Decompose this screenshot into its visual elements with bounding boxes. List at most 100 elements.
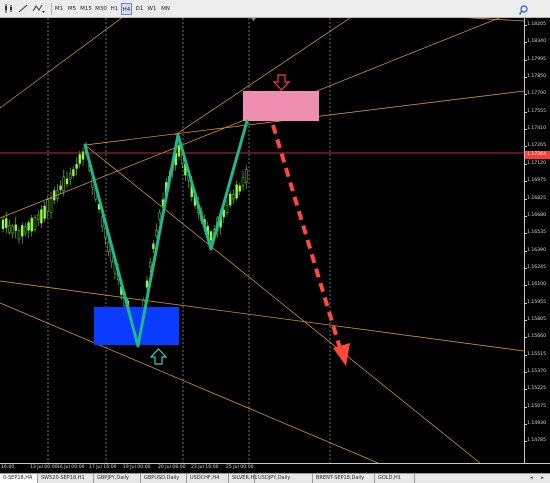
price-label: 1.16100 — [527, 282, 546, 288]
time-label: 13 Jul 00:00 — [30, 465, 58, 470]
symbol-tabs-bar: GOLD,H1 BRENT-SEP18,Daily USDJPY,Daily SILV… — [0, 473, 550, 483]
candle-body — [37, 214, 40, 221]
tab-scroll-right-icon[interactable]: ▸ — [539, 475, 546, 482]
sell-zone-box[interactable] — [243, 91, 319, 121]
candle-body — [53, 190, 56, 201]
candle-body — [49, 198, 53, 213]
time-label: 19 Jul 00:00 — [123, 465, 151, 470]
candle-body — [17, 230, 21, 240]
time-label: 17 Jul 16:00 — [89, 465, 117, 470]
candle-body — [8, 225, 11, 233]
candle-body — [14, 224, 18, 231]
symbol-tab[interactable]: GOLD,H1 — [375, 474, 415, 483]
price-label: 1.14785 — [527, 438, 546, 444]
price-label: 1.17700 — [527, 91, 546, 97]
candle-body — [107, 242, 110, 252]
price-label: 1.16390 — [527, 247, 546, 253]
price-label: 1.15955 — [527, 299, 546, 305]
price-label: 1.14930 — [527, 421, 546, 427]
candle-body — [241, 177, 245, 187]
price-label: 1.18205 — [527, 22, 546, 27]
candle-body — [232, 194, 235, 200]
candle-body — [228, 193, 232, 206]
candle-body — [30, 218, 33, 232]
symbol-tab[interactable]: SILVER,H1 — [229, 474, 257, 483]
price-axis[interactable]: 1.17264 1.18205 1.18340 1.17995 1.17850 1.17… — [524, 18, 550, 463]
timeframe-m15[interactable]: M15 — [79, 3, 93, 15]
candle-body — [158, 212, 162, 220]
chart-toolbar: M1 M5 M15 M30 H1 H4 D1 W1 MN — [0, 0, 550, 18]
price-label: 1.17850 — [527, 74, 546, 80]
price-label: 1.16825 — [527, 195, 546, 201]
price-label: 1.16245 — [527, 264, 546, 270]
symbol-tab[interactable]: SW520-SEP18,H1 — [38, 474, 94, 483]
price-label: 1.15515 — [527, 351, 546, 357]
price-label: 1.15660 — [527, 334, 546, 340]
time-axis[interactable]: 16:00 13 Jul 00:00 16 Jul 00:00 17 Jul 16:0… — [0, 463, 550, 473]
price-label: 1.15370 — [527, 369, 546, 374]
price-label: 1.17120 — [527, 160, 546, 166]
price-label: 1.15225 — [527, 386, 546, 392]
symbol-tab[interactable]: USDCHF,H4 — [187, 474, 229, 483]
price-label: 1.16535 — [527, 230, 546, 236]
candle-body — [21, 225, 24, 237]
timeframe-m1[interactable]: M1 — [53, 3, 65, 15]
line-tool-icon[interactable] — [17, 2, 29, 15]
candle-body — [1, 219, 5, 230]
candle-body — [62, 176, 65, 191]
price-label: 1.17995 — [527, 56, 546, 62]
candle-body — [145, 280, 149, 288]
chart-type-dropdown[interactable] — [31, 2, 47, 15]
candle-body — [11, 226, 14, 234]
candle-body — [43, 205, 46, 219]
price-label: 1.17265 — [527, 143, 546, 149]
candle-body — [238, 185, 242, 192]
candle-body — [46, 199, 49, 212]
time-label: 25 Jul 00:00 — [226, 465, 254, 470]
price-label: 1.17555 — [527, 108, 546, 114]
candle-body — [152, 243, 155, 249]
timeframe-h4[interactable]: H4 — [121, 3, 132, 15]
time-label: 23 Jul 16:00 — [191, 465, 219, 470]
magnifier-icon[interactable] — [518, 2, 530, 15]
candle-body — [24, 226, 27, 234]
tab-scroll-left-icon[interactable]: ◂ — [528, 475, 535, 482]
timeframe-m5[interactable]: M5 — [66, 3, 78, 15]
candles-icon[interactable] — [3, 2, 15, 15]
zigzag-dropdown-icon — [32, 4, 45, 13]
price-label: 1.18340 — [527, 39, 546, 45]
symbol-tab[interactable]: USDJPY,Daily — [255, 474, 313, 483]
price-chart[interactable] — [0, 18, 524, 463]
candle-body — [209, 231, 213, 241]
candle-body — [225, 205, 229, 214]
diagonal-line-icon — [18, 4, 28, 13]
candle-body — [244, 169, 248, 183]
chart-background — [0, 18, 524, 463]
candle-body — [148, 262, 152, 268]
timeframe-mn[interactable]: MN — [159, 3, 172, 15]
timeframe-w1[interactable]: W1 — [146, 3, 158, 15]
candle-body — [40, 209, 43, 224]
candle-body — [59, 185, 62, 190]
bar-chart-icon — [5, 4, 12, 13]
timeframe-m30[interactable]: M30 — [94, 3, 108, 15]
price-label: 1.15075 — [527, 403, 546, 409]
timeframe-d1[interactable]: D1 — [134, 3, 145, 15]
candle-body — [75, 164, 78, 169]
candle-body — [65, 178, 69, 185]
price-label: 1.16975 — [527, 178, 546, 184]
current-price-label: 1.17264 — [525, 151, 550, 159]
candle-body — [4, 218, 8, 228]
timeframe-h1[interactable]: H1 — [109, 3, 120, 15]
price-label: 1.15805 — [527, 316, 546, 322]
candle-body — [68, 173, 72, 180]
price-label: 1.17410 — [527, 126, 546, 132]
candle-body — [155, 230, 158, 237]
symbol-tab[interactable]: BRENT-SEP18,Daily — [313, 474, 375, 483]
symbol-tab[interactable]: GBPJPY,Daily — [94, 474, 141, 483]
symbol-tab[interactable]: GBPUSD,Daily — [141, 474, 187, 483]
candle-body — [72, 169, 75, 176]
toolbar-separator — [51, 3, 52, 15]
symbol-tab[interactable]: 0-SEP18,H4 — [0, 474, 38, 483]
time-label: 20 Jul 08:00 — [158, 465, 186, 470]
